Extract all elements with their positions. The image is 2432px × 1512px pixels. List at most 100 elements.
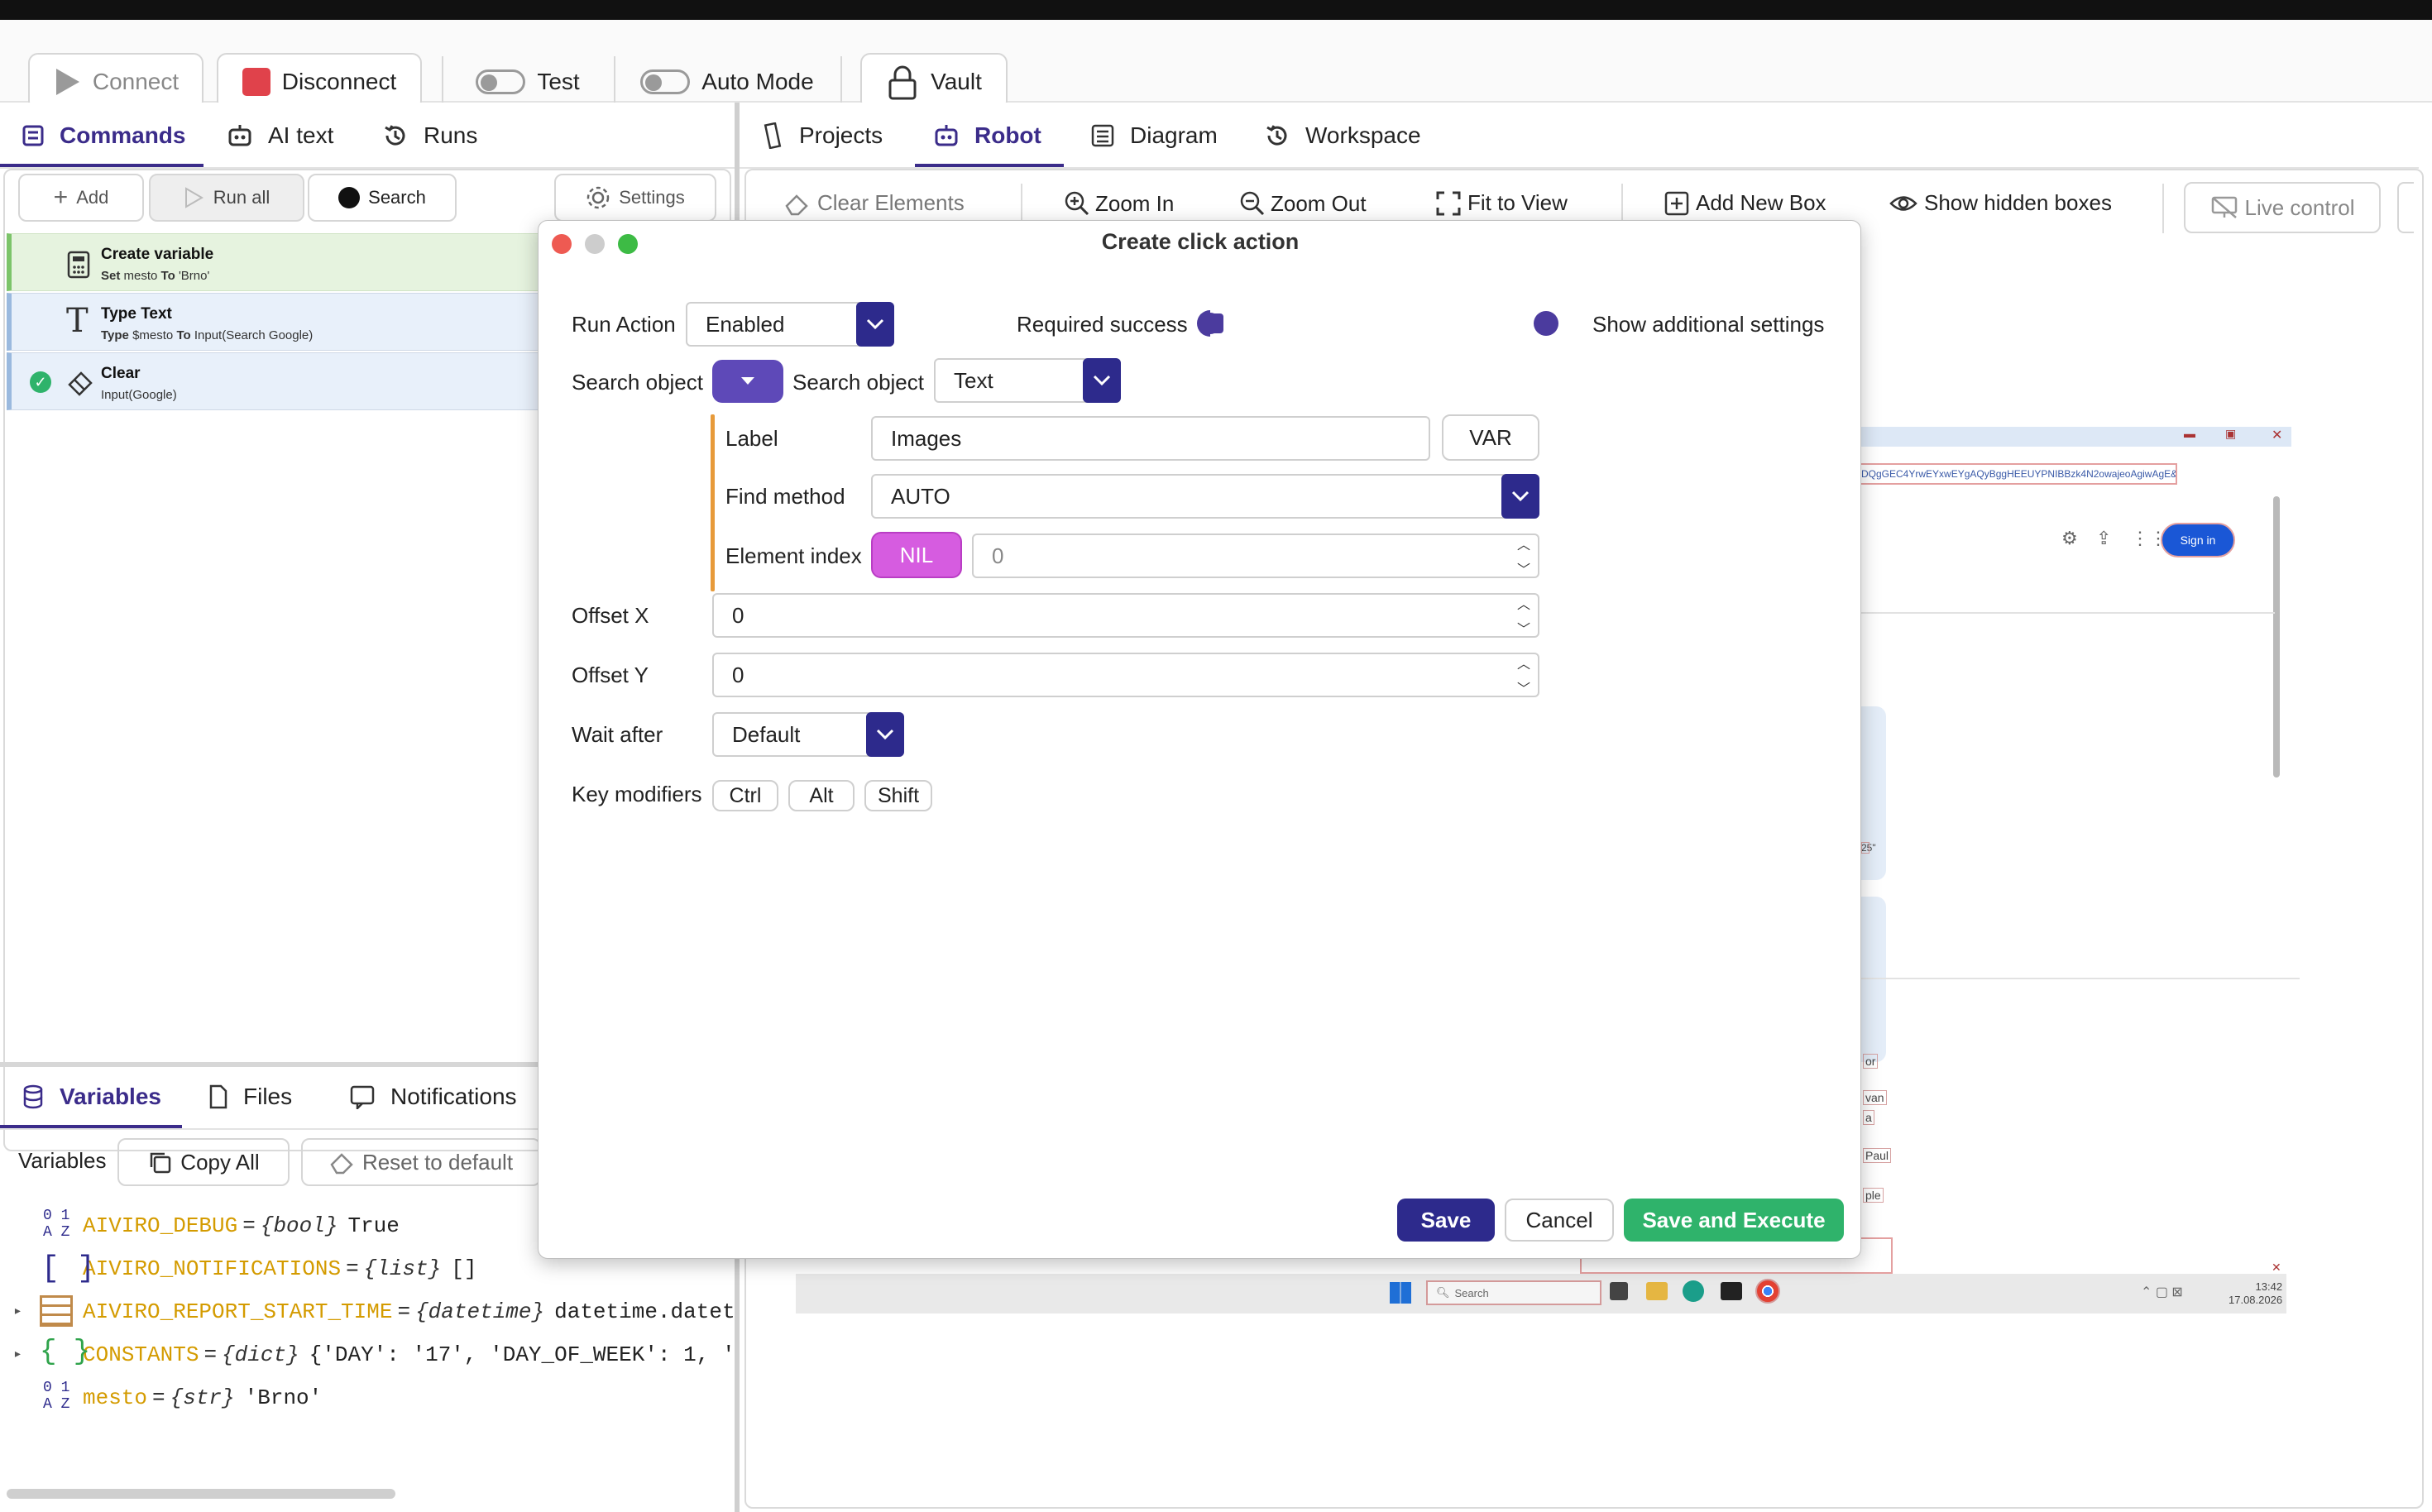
preview-folder-icon (1646, 1282, 1668, 1300)
expand-arrow-icon[interactable]: ▸ (13, 1302, 22, 1320)
number-stepper[interactable]: ︿ ﹀ (1510, 593, 1538, 638)
search-object-toggle-button[interactable] (712, 360, 783, 403)
search-object-value: Text (954, 367, 993, 393)
robot-icon (228, 125, 251, 146)
variable-row[interactable]: 0 1A Z mesto = {str} 'Brno' (0, 1380, 322, 1416)
tab-notifications[interactable]: Notifications (349, 1080, 517, 1113)
save-and-execute-button[interactable]: Save and Execute (1624, 1199, 1844, 1242)
monitor-off-icon (2211, 196, 2237, 218)
preview-divider (1861, 612, 2275, 614)
main-toolbar: Connect Disconnect Test Auto Mode Vault (0, 20, 2432, 111)
search-object-select[interactable]: Text (934, 358, 1121, 403)
offset-x-label: Offset X (572, 603, 649, 628)
tab-projects[interactable]: Projects (761, 119, 883, 152)
var-button[interactable]: VAR (1442, 414, 1539, 461)
expand-arrow-icon[interactable]: ▸ (13, 1345, 22, 1363)
variable-name: AIVIRO_NOTIFICATIONS (83, 1256, 342, 1281)
required-success-switch[interactable] (1194, 309, 1227, 338)
key-shift-chip[interactable]: Shift (864, 780, 932, 811)
clear-elements-button[interactable]: Clear Elements (784, 190, 965, 216)
preview-snippet: or (1863, 1054, 1879, 1069)
nil-button[interactable]: NIL (871, 532, 962, 578)
chevron-down-icon (856, 302, 894, 347)
cancel-button[interactable]: Cancel (1505, 1199, 1614, 1242)
stepper-up-icon[interactable]: ︿ (1517, 593, 1530, 613)
play-icon (55, 69, 79, 95)
number-stepper[interactable]: ︿ ﹀ (1510, 535, 1538, 577)
stepper-down-icon[interactable]: ﹀ (1517, 618, 1530, 638)
zoom-out-label: Zoom Out (1271, 190, 1367, 216)
cancel-label: Cancel (1525, 1207, 1593, 1232)
tab-robot[interactable]: Robot (933, 119, 1041, 152)
show-hidden-boxes-button[interactable]: Show hidden boxes (1889, 190, 2112, 216)
variable-name: AIVIRO_DEBUG (83, 1213, 238, 1238)
show-hidden-boxes-label: Show hidden boxes (1924, 190, 2112, 215)
plus-icon: + (53, 184, 69, 211)
reset-to-default-button[interactable]: Reset to default (301, 1138, 541, 1186)
variables-heading: Variables (18, 1148, 107, 1173)
robot-icon (935, 125, 958, 146)
variable-row[interactable]: [ ] AIVIRO_NOTIFICATIONS = {list} [] (0, 1251, 477, 1287)
element-index-value: 0 (992, 543, 1004, 568)
preview-apps-icon: ⋮⋮ (2131, 528, 2167, 548)
offset-y-input[interactable]: 0 ︿ ﹀ (712, 653, 1539, 697)
key-alt-chip[interactable]: Alt (788, 780, 855, 811)
tab-files[interactable]: Files (208, 1080, 292, 1113)
history-icon (385, 125, 405, 146)
live-control-button[interactable]: Live control (2184, 182, 2381, 233)
zoom-in-button[interactable]: Zoom In (1064, 190, 1174, 217)
save-button[interactable]: Save (1397, 1199, 1495, 1242)
stepper-up-icon[interactable]: ︿ (1517, 534, 1530, 553)
stepper-up-icon[interactable]: ︿ (1517, 653, 1530, 672)
offset-x-input[interactable]: 0 ︿ ﹀ (712, 593, 1539, 638)
search-object-label: Search object (572, 370, 703, 395)
zoom-out-button[interactable]: Zoom Out (1239, 190, 1367, 217)
settings-button[interactable]: Settings (554, 174, 716, 222)
command-item[interactable]: Create variable Set mesto To 'Brno' (7, 233, 542, 291)
variable-row[interactable]: ▸ { } CONSTANTS = {dict} {'DAY': '17', '… (0, 1337, 735, 1373)
stepper-down-icon[interactable]: ﹀ (1517, 558, 1530, 578)
variable-value: 'Brno' (244, 1385, 323, 1410)
tab-commands[interactable]: Commands (22, 119, 185, 152)
horizontal-scrollbar[interactable] (7, 1489, 395, 1499)
toggle-icon (640, 69, 691, 94)
element-index-input[interactable]: 0 ︿ ﹀ (972, 534, 1539, 578)
command-item[interactable]: ✓ Clear Input(Google) (7, 352, 542, 410)
add-new-box-button[interactable]: Add New Box (1664, 190, 1826, 216)
label-input[interactable]: Images (871, 416, 1430, 461)
fit-to-view-button[interactable]: Fit to View (1436, 190, 1568, 216)
command-title: Type Text (101, 305, 172, 323)
tab-workspace[interactable]: Workspace (1264, 119, 1421, 152)
settings-label: Settings (619, 187, 685, 208)
variable-type: {list} (363, 1256, 442, 1281)
variable-row[interactable]: ▸ AIVIRO_REPORT_START_TIME = {datetime} … (0, 1294, 735, 1330)
command-item[interactable]: T Type Text Type $mesto To Input(Search … (7, 293, 542, 351)
gear-icon (587, 186, 610, 209)
command-title: Clear (101, 365, 141, 382)
add-button[interactable]: + Add (18, 174, 144, 222)
copy-all-button[interactable]: Copy All (117, 1138, 290, 1186)
offset-y-label: Offset Y (572, 663, 649, 687)
tab-runs-label: Runs (424, 122, 478, 148)
stepper-down-icon[interactable]: ﹀ (1517, 677, 1530, 697)
toolbar-overflow[interactable] (2397, 182, 2414, 233)
variable-row[interactable]: 0 1A Z AIVIRO_DEBUG = {bool} True (0, 1208, 400, 1244)
find-method-select[interactable]: AUTO (871, 474, 1539, 519)
tab-runs[interactable]: Runs (382, 119, 477, 152)
tab-robot-label: Robot (974, 122, 1041, 148)
variable-type: {bool} (260, 1213, 338, 1238)
search-button[interactable]: Search (308, 174, 457, 222)
run-all-button[interactable]: Run all (149, 174, 304, 222)
tab-variables[interactable]: Variables (22, 1080, 161, 1113)
tab-diagram[interactable]: Diagram (1090, 119, 1218, 152)
run-action-select[interactable]: Enabled (686, 302, 894, 347)
offset-x-value: 0 (732, 602, 744, 628)
wait-after-select[interactable]: Default (712, 712, 904, 757)
key-ctrl-chip[interactable]: Ctrl (712, 780, 778, 811)
preview-divider (1861, 978, 2300, 979)
run-action-value: Enabled (706, 311, 785, 337)
number-stepper[interactable]: ︿ ﹀ (1510, 654, 1538, 696)
add-label: Add (76, 187, 109, 208)
tab-ai-text[interactable]: AI text (227, 119, 333, 152)
show-additional-settings-switch[interactable] (1530, 309, 1563, 338)
